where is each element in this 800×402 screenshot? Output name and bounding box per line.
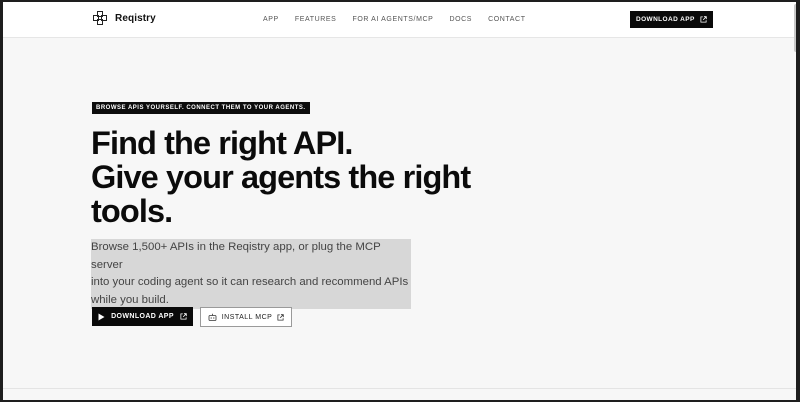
hero-eyebrow-tag: BROWSE APIS YOURSELF. CONNECT THEM TO YO…	[92, 102, 310, 114]
description-line-1: Browse 1,500+ APIs in the Reqistry app, …	[91, 241, 381, 271]
browser-viewport: Reqistry APP FEATURES FOR AI AGENTS/MCP …	[3, 2, 796, 400]
headline-line-2: Give your agents the right	[91, 159, 471, 195]
primary-button-label: DOWNLOAD APP	[111, 313, 174, 320]
hero-download-app-button[interactable]: DOWNLOAD APP	[92, 307, 193, 326]
nav-link-features[interactable]: FEATURES	[295, 16, 337, 23]
external-link-icon	[700, 16, 707, 23]
nav-link-docs[interactable]: DOCS	[449, 16, 472, 23]
hero-headline: Find the right API. Give your agents the…	[91, 126, 551, 228]
top-navigation-bar: Reqistry APP FEATURES FOR AI AGENTS/MCP …	[3, 2, 796, 38]
brand-logo[interactable]: Reqistry	[93, 11, 156, 25]
section-divider	[3, 388, 796, 389]
main-nav: APP FEATURES FOR AI AGENTS/MCP DOCS CONT…	[263, 16, 542, 23]
header-download-label: DOWNLOAD APP	[636, 16, 695, 23]
description-line-3: while you build.	[91, 293, 169, 306]
description-line-2: into your coding agent so it can researc…	[91, 276, 409, 288]
headline-line-3: tools.	[91, 193, 173, 229]
crossed-squares-icon	[93, 11, 107, 25]
nav-link-contact[interactable]: CONTACT	[488, 16, 526, 23]
header-download-app-button[interactable]: DOWNLOAD APP	[630, 11, 713, 28]
external-link-icon	[277, 313, 285, 321]
page-scrollbar[interactable]	[794, 4, 796, 52]
external-link-icon	[180, 313, 187, 320]
hero-install-mcp-button[interactable]: INSTALL MCP	[200, 307, 292, 327]
secondary-button-label: INSTALL MCP	[221, 313, 273, 321]
hero-description: Browse 1,500+ APIs in the Reqistry app, …	[91, 239, 411, 309]
nav-link-app[interactable]: APP	[263, 16, 279, 23]
play-icon	[98, 313, 105, 320]
robot-icon	[208, 313, 217, 321]
brand-name: Reqistry	[115, 12, 156, 24]
nav-link-ai-agents-mcp[interactable]: FOR AI AGENTS/MCP	[352, 16, 433, 23]
headline-line-1: Find the right API.	[91, 125, 353, 161]
